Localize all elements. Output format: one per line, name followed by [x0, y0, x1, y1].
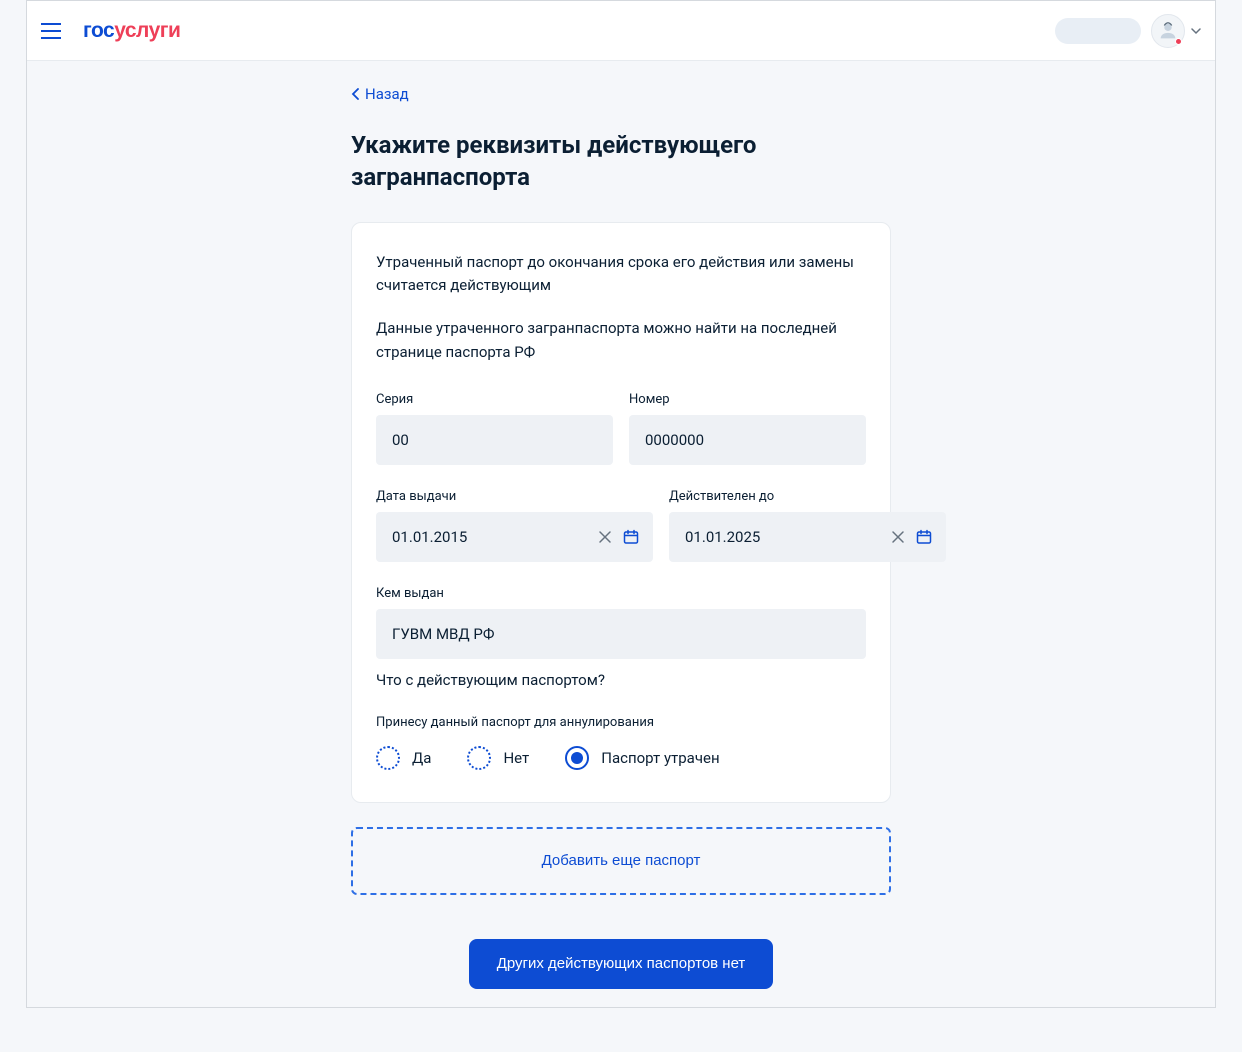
info-text-1: Утраченный паспорт до окончания срока ег…: [376, 251, 866, 298]
radio-icon: [467, 746, 491, 770]
number-input[interactable]: [629, 415, 866, 465]
question-subtitle: Принесу данный паспорт для аннулирования: [376, 715, 866, 730]
radio-label: Паспорт утрачен: [601, 749, 719, 767]
calendar-icon[interactable]: [914, 527, 934, 547]
app-header: госуслуги: [27, 1, 1215, 61]
issued-by-label: Кем выдан: [376, 586, 866, 601]
issued-by-input[interactable]: [376, 609, 866, 659]
notification-dot-icon: [1175, 38, 1182, 45]
avatar: [1151, 14, 1185, 48]
clear-icon[interactable]: [888, 527, 908, 547]
chevron-down-icon: [1191, 26, 1201, 36]
radio-option-no[interactable]: Нет: [467, 746, 529, 770]
back-label: Назад: [365, 85, 409, 103]
calendar-icon[interactable]: [621, 527, 641, 547]
radio-icon: [565, 746, 589, 770]
issue-date-input[interactable]: [376, 512, 595, 562]
radio-icon: [376, 746, 400, 770]
valid-until-label: Действителен до: [669, 489, 946, 504]
passport-card: Утраченный паспорт до окончания срока ег…: [351, 222, 891, 803]
header-pill: [1055, 18, 1141, 44]
radio-label: Да: [412, 749, 431, 767]
logo[interactable]: госуслуги: [83, 19, 180, 43]
user-menu[interactable]: [1151, 14, 1201, 48]
radio-label: Нет: [503, 749, 529, 767]
number-label: Номер: [629, 392, 866, 407]
radio-option-yes[interactable]: Да: [376, 746, 431, 770]
add-passport-button[interactable]: Добавить еще паспорт: [351, 827, 891, 895]
page-title: Укажите реквизиты действующего загранпас…: [351, 129, 891, 194]
valid-until-field[interactable]: [669, 512, 946, 562]
issue-date-field[interactable]: [376, 512, 653, 562]
back-link[interactable]: Назад: [351, 85, 409, 103]
clear-icon[interactable]: [595, 527, 615, 547]
submit-button[interactable]: Других действующих паспортов нет: [469, 939, 774, 989]
valid-until-input[interactable]: [669, 512, 888, 562]
series-label: Серия: [376, 392, 613, 407]
radio-option-lost[interactable]: Паспорт утрачен: [565, 746, 719, 770]
chevron-left-icon: [351, 88, 361, 100]
radio-group: Да Нет Паспорт утрачен: [376, 746, 866, 770]
menu-icon[interactable]: [41, 19, 65, 43]
info-text-2: Данные утраченного загранпаспорта можно …: [376, 317, 866, 364]
series-input[interactable]: [376, 415, 613, 465]
question-title: Что с действующим паспортом?: [376, 671, 866, 689]
issue-date-label: Дата выдачи: [376, 489, 653, 504]
